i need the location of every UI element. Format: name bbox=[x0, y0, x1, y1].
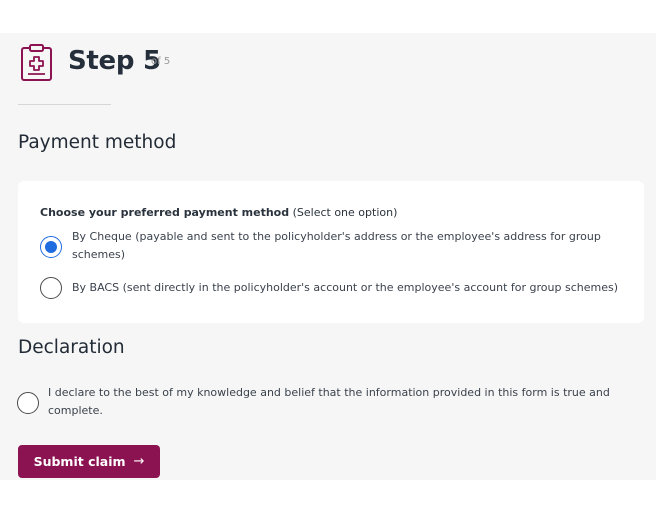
payment-method-heading: Payment method bbox=[18, 132, 177, 153]
radio-bacs[interactable] bbox=[40, 277, 62, 299]
declaration-text: I declare to the best of my knowledge an… bbox=[48, 386, 610, 417]
arrow-right-icon: → bbox=[133, 454, 145, 469]
clipboard-medical-icon bbox=[21, 44, 52, 81]
payment-question-hint: (Select one option) bbox=[292, 206, 398, 219]
declaration-checkbox[interactable] bbox=[17, 392, 39, 414]
declaration-heading: Declaration bbox=[18, 337, 125, 358]
step-count: of 5 bbox=[151, 56, 171, 67]
divider bbox=[18, 104, 111, 105]
payment-question-text: Choose your preferred payment method bbox=[40, 206, 290, 219]
submit-label: Submit claim bbox=[33, 454, 126, 469]
option-cheque-label: By Cheque (payable and sent to the polic… bbox=[72, 230, 601, 261]
step-title: Step 5 bbox=[68, 46, 161, 76]
submit-claim-button[interactable]: Submit claim → bbox=[18, 445, 160, 478]
option-bacs-label: By BACS (sent directly in the policyhold… bbox=[72, 281, 618, 294]
radio-cheque[interactable] bbox=[40, 236, 62, 258]
payment-question: Choose your preferred payment method (Se… bbox=[40, 205, 397, 221]
